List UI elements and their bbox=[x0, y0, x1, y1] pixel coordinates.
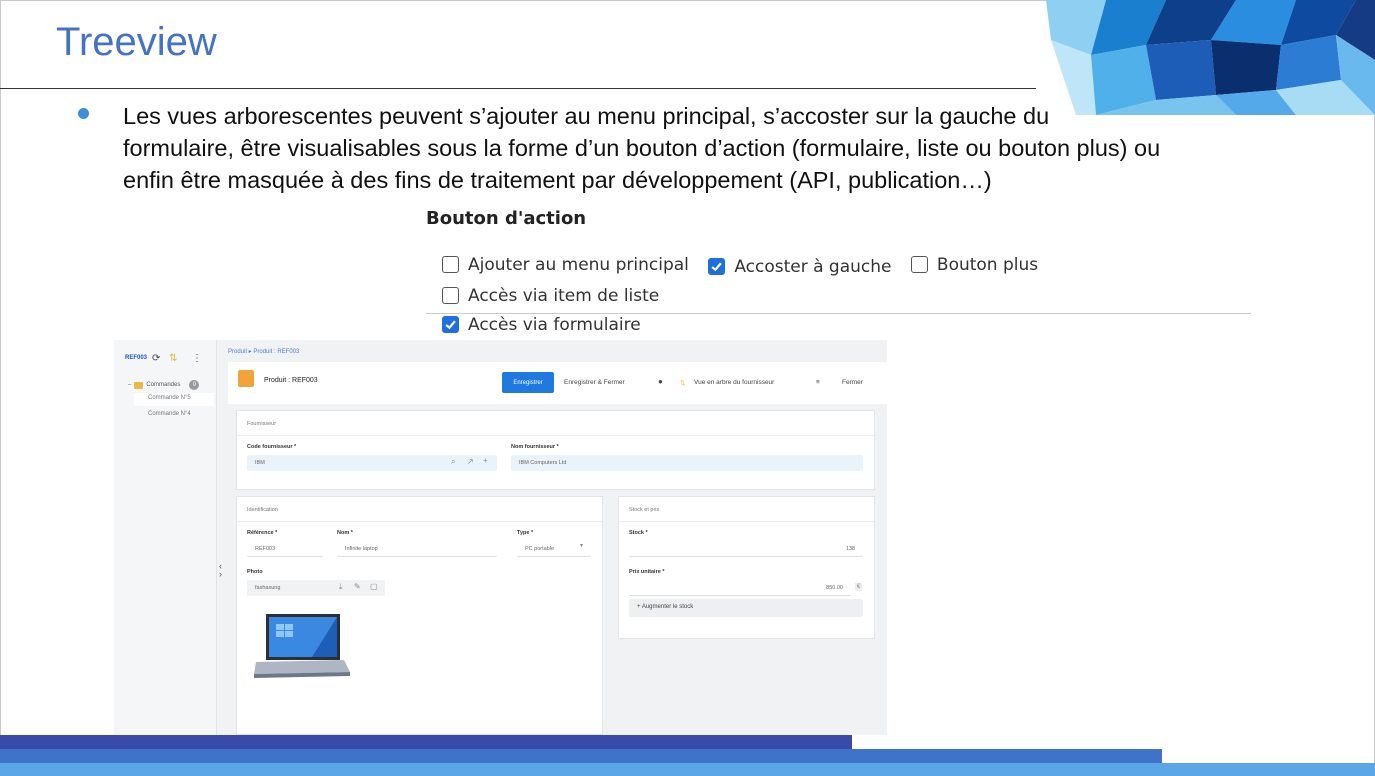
form-header: Produit : REF003 Enregistrer Enregistrer… bbox=[228, 362, 887, 404]
augmenter-stock-button[interactable]: + Augmenter le stock bbox=[629, 599, 863, 617]
bullet-dot bbox=[78, 108, 89, 119]
footer-bar bbox=[0, 749, 1162, 763]
nom-fournisseur-input[interactable]: IBM Computers Ltd bbox=[511, 455, 863, 471]
chevron-down-icon[interactable]: ▾ bbox=[580, 542, 583, 549]
field-label: Code fournisseur * bbox=[247, 444, 297, 450]
section-title: Fournisseur bbox=[247, 421, 277, 427]
refresh-icon[interactable]: ⟳ bbox=[152, 353, 160, 364]
option-acces-formulaire[interactable]: Accès via formulaire bbox=[442, 310, 641, 339]
option-ajouter-menu[interactable]: Ajouter au menu principal bbox=[442, 250, 689, 279]
nom-input[interactable]: Infinite laptop bbox=[337, 541, 497, 557]
ref-chip[interactable]: REF003 bbox=[125, 355, 147, 361]
bouton-action-options: Ajouter au menu principal Accoster à gau… bbox=[442, 250, 1262, 339]
more-vertical-icon[interactable]: ⋮ bbox=[192, 353, 202, 364]
share-icon[interactable]: ↗ bbox=[467, 457, 474, 466]
field-label: Type * bbox=[517, 530, 534, 536]
card-divider bbox=[237, 521, 602, 522]
section-title: Stock et prix bbox=[629, 507, 660, 513]
checkbox-unchecked[interactable] bbox=[442, 287, 459, 304]
edit-icon[interactable]: ✎ bbox=[354, 582, 361, 591]
checkbox-unchecked[interactable] bbox=[442, 256, 459, 273]
option-accoster-gauche[interactable]: Accoster à gauche bbox=[708, 252, 892, 281]
laptop-image bbox=[254, 614, 350, 678]
option-acces-item-liste[interactable]: Accès via item de liste bbox=[442, 281, 659, 310]
card-divider bbox=[237, 435, 874, 436]
menu-icon[interactable]: ≡ bbox=[816, 379, 820, 386]
app-sidebar: REF003 ⟳ ⇅ ⋮ – Commandes 0 Commande N°5 … bbox=[114, 340, 217, 735]
save-close-button[interactable]: Enregistrer & Fermer bbox=[564, 379, 625, 386]
close-button[interactable]: Fermer bbox=[842, 379, 863, 386]
option-bouton-plus[interactable]: Bouton plus bbox=[910, 250, 1038, 279]
tree-view-icon: ⇅ bbox=[680, 380, 686, 387]
tree-child[interactable]: Commande N°4 bbox=[148, 411, 191, 417]
bouton-action-title: Bouton d'action bbox=[426, 208, 587, 229]
form-title: Produit : REF003 bbox=[264, 377, 318, 384]
save-button[interactable]: Enregistrer bbox=[502, 372, 554, 393]
card-divider bbox=[619, 521, 874, 522]
prix-input[interactable]: 850.00 bbox=[629, 580, 851, 596]
stock-card: Stock et prix Stock * 138 Prix unitaire … bbox=[618, 496, 875, 639]
bullet-text: Les vues arborescentes peuvent s’ajouter… bbox=[123, 103, 1161, 193]
checkbox-checked[interactable] bbox=[442, 316, 459, 333]
tree-child[interactable]: Commande N°5 bbox=[134, 393, 214, 406]
app-screenshot: REF003 ⟳ ⇅ ⋮ – Commandes 0 Commande N°5 … bbox=[114, 340, 887, 735]
field-label: Photo bbox=[247, 569, 263, 575]
reference-input[interactable]: REF003 bbox=[247, 541, 323, 557]
add-icon[interactable]: + bbox=[483, 456, 488, 465]
checkbox-checked[interactable] bbox=[708, 258, 726, 275]
decorative-polygon-graphic bbox=[1046, 0, 1375, 115]
search-icon[interactable]: ⌕ bbox=[451, 457, 455, 467]
footer-bar bbox=[0, 735, 852, 749]
field-label: Référence * bbox=[247, 530, 278, 536]
photo-input[interactable]: fashasung bbox=[247, 580, 385, 596]
field-label: Prix unitaire * bbox=[629, 569, 665, 575]
fournisseur-card: Fournisseur Code fournisseur * IBM ⌕ ↗ +… bbox=[236, 410, 875, 490]
tree-icon[interactable]: ⇅ bbox=[169, 353, 177, 364]
code-fournisseur-input[interactable]: IBM bbox=[247, 455, 497, 471]
collapse-minus-icon[interactable]: – bbox=[128, 382, 131, 388]
count-badge: 0 bbox=[189, 380, 200, 390]
tree-root[interactable]: – Commandes 0 bbox=[128, 380, 200, 390]
breadcrumb[interactable]: Produit ▸ Produit : REF003 bbox=[228, 348, 299, 355]
comment-icon[interactable]: ● bbox=[658, 377, 663, 386]
slide-title: Treeview bbox=[56, 20, 217, 64]
field-label: Nom fournisseur * bbox=[511, 444, 559, 450]
folder-icon bbox=[134, 381, 144, 389]
tree-view-button[interactable]: Vue en arbre du fournisseur bbox=[694, 379, 774, 386]
bouton-action-divider bbox=[426, 313, 1251, 314]
sidebar-toggle-icon[interactable]: ‹ › bbox=[219, 562, 222, 579]
product-icon bbox=[238, 370, 254, 387]
field-label: Nom * bbox=[337, 530, 353, 536]
footer-bar bbox=[0, 763, 1375, 776]
identification-card: Identification Référence * REF003 Nom * … bbox=[236, 496, 603, 735]
checkbox-unchecked[interactable] bbox=[910, 256, 928, 273]
title-divider bbox=[0, 88, 1036, 89]
currency-addon: € bbox=[855, 583, 863, 591]
upload-icon[interactable]: ⤓ bbox=[339, 582, 343, 592]
field-label: Stock * bbox=[629, 530, 648, 536]
stock-input[interactable]: 138 bbox=[629, 541, 863, 557]
section-title: Identification bbox=[247, 507, 278, 513]
delete-icon[interactable]: ▢ bbox=[370, 582, 378, 591]
